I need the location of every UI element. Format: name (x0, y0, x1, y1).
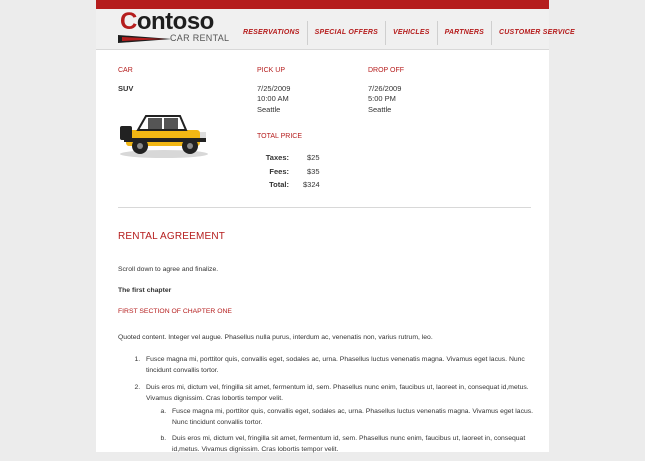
agreement-list: Fusce magna mi, porttitor quis, convalli… (120, 354, 542, 461)
site-header: Contoso CAR RENTAL RESERVATIONS SPECIAL … (96, 8, 575, 50)
nav-customer-service[interactable]: CUSTOMER SERVICE (491, 21, 582, 45)
sublist-item: Fusce magna mi, porttitor quis, convalli… (168, 406, 542, 428)
nav-vehicles[interactable]: VEHICLES (384, 21, 437, 45)
list-item: Duis eros mi, dictum vel, fringilla sit … (142, 382, 542, 455)
nav-reservations[interactable]: RESERVATIONS (236, 21, 307, 45)
pickup-city: Seattle (257, 105, 281, 114)
contoso-logo[interactable]: Contoso CAR RENTAL (116, 8, 244, 47)
dropoff-city: Seattle (368, 105, 392, 114)
section-heading: FIRST SECTION OF CHAPTER ONE (118, 308, 232, 315)
nav-special-offers[interactable]: SPECIAL OFFERS (306, 21, 385, 45)
taxes-label: Taxes: (265, 153, 289, 162)
list-item-text: Duis eros mi, dictum vel, fringilla sit … (146, 384, 529, 402)
pickup-label: PICK UP (257, 67, 286, 74)
agreement-title: RENTAL AGREEMENT (118, 231, 226, 242)
list-item-text: Fusce magna mi, porttitor quis, convalli… (146, 356, 525, 374)
sublist-item-text: Fusce magna mi, porttitor quis, convalli… (172, 408, 534, 426)
agreement-sublist: Fusce magna mi, porttitor quis, convalli… (146, 406, 542, 455)
logo-wordmark: Contoso (120, 8, 214, 35)
section-divider (118, 207, 531, 208)
total-price-label: TOTAL PRICE (257, 133, 302, 140)
page-container: Contoso CAR RENTAL RESERVATIONS SPECIAL … (96, 8, 575, 453)
agreement-instruction: Scroll down to agree and finalize. (118, 266, 219, 273)
fees-label: Fees: (269, 167, 289, 176)
fees-value: $35 (307, 167, 320, 176)
car-value: SUV (118, 84, 134, 93)
chapter-heading: The first chapter (118, 287, 172, 294)
taxes-value: $25 (307, 153, 320, 162)
list-item: Fusce magna mi, porttitor quis, convalli… (142, 354, 542, 376)
logo-tagline: CAR RENTAL (170, 33, 230, 43)
total-label: Total: (269, 180, 289, 189)
dropoff-time: 5:00 PM (368, 94, 396, 103)
dropoff-date: 7/26/2009 (368, 84, 402, 93)
car-label: CAR (118, 67, 133, 74)
nav-partners[interactable]: PARTNERS (436, 21, 491, 45)
pickup-time: 10:00 AM (257, 94, 289, 103)
quoted-content: Quoted content. Integer vel augue. Phase… (118, 334, 433, 341)
pickup-date: 7/25/2009 (257, 84, 291, 93)
suv-car-image (120, 115, 208, 158)
total-value: $324 (303, 180, 320, 189)
dropoff-label: DROP OFF (368, 67, 405, 74)
main-nav: RESERVATIONS SPECIAL OFFERS VEHICLES PAR… (236, 21, 582, 45)
logo-swoosh-icon (118, 35, 172, 43)
sublist-item-text: Duis eros mi, dictum vel, fringilla sit … (172, 435, 526, 453)
